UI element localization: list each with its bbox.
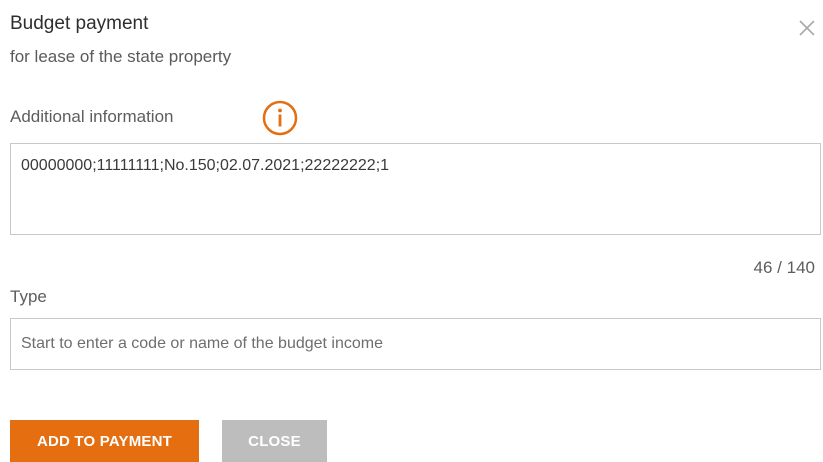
add-to-payment-button[interactable]: ADD TO PAYMENT <box>10 420 199 462</box>
info-icon[interactable] <box>261 99 299 137</box>
character-counter: 46 / 140 <box>753 258 815 277</box>
dialog-title: Budget payment <box>10 13 149 34</box>
additional-information-label: Additional information <box>10 107 174 126</box>
type-input[interactable] <box>10 318 821 370</box>
close-icon[interactable] <box>795 16 819 40</box>
dialog-subtitle: for lease of the state property <box>10 47 232 66</box>
additional-information-textarea[interactable]: 00000000;11111111;No.150;02.07.2021;2222… <box>10 143 821 235</box>
type-label: Type <box>10 287 47 306</box>
close-button[interactable]: CLOSE <box>222 420 327 462</box>
budget-payment-dialog: Budget payment for lease of the state pr… <box>0 0 823 462</box>
